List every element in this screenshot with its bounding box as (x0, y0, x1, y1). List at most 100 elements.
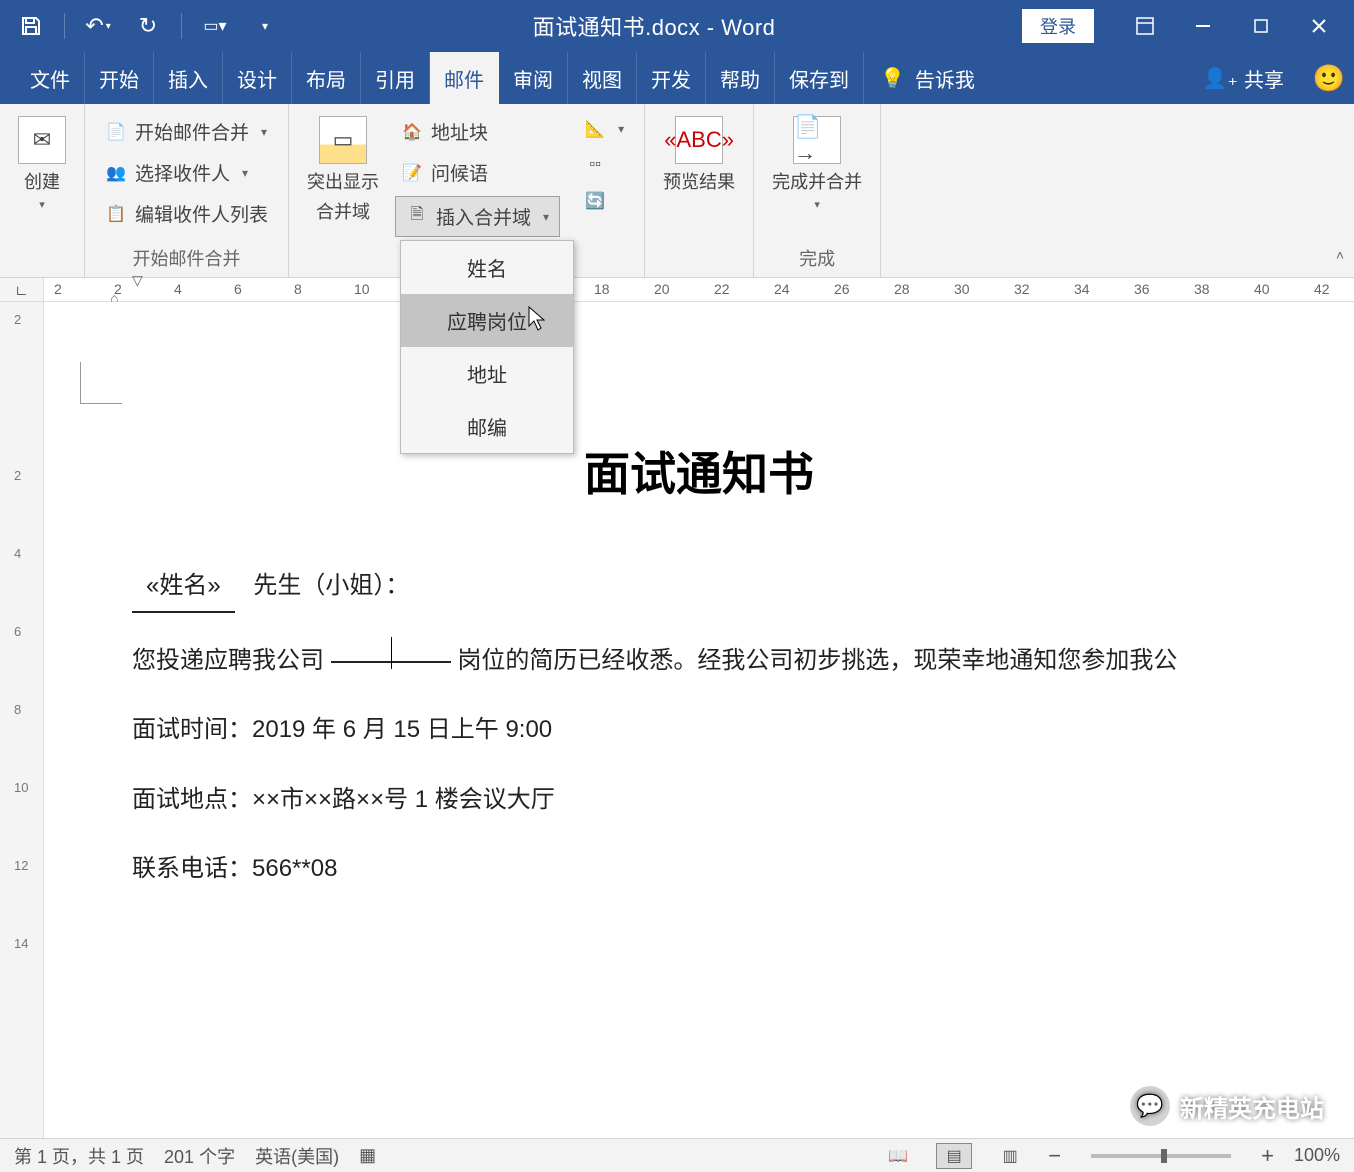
qat-dropdown-icon[interactable]: ▾ (244, 5, 286, 47)
share-icon: 👤₊ (1203, 66, 1238, 91)
ruler-tick: 6 (234, 281, 242, 297)
zoom-in-button[interactable]: + (1261, 1143, 1274, 1169)
document-icon: 📄 (105, 121, 127, 143)
ruler-tick: 30 (954, 281, 970, 297)
tab-selector-icon[interactable]: ∟ (0, 278, 44, 301)
group-label-finish: 完成 (762, 241, 872, 275)
ribbon-options-icon[interactable] (1120, 6, 1170, 46)
match-icon: ▫▫ (584, 154, 606, 176)
select-recipients-button[interactable]: 👥 选择收件人▾ (99, 155, 274, 190)
status-language[interactable]: 英语(美国) (255, 1143, 339, 1169)
wechat-icon: 💬 (1130, 1086, 1170, 1126)
update-icon: 🔄 (584, 190, 606, 212)
page-margin-corner (80, 362, 122, 404)
title-bar: ↶▾ ↻ ▭▾ ▾ 面试通知书.docx - Word 登录 (0, 0, 1354, 52)
tab-references[interactable]: 引用 (361, 52, 430, 104)
save-icon[interactable] (10, 5, 52, 47)
document-page[interactable]: 面试通知书 «姓名» 先生（小姐）： 您投递应聘我公司 岗位的简历已经收悉。经我… (44, 302, 1354, 1138)
group-label-start-merge: 开始邮件合并 (93, 241, 280, 275)
undo-icon[interactable]: ↶▾ (77, 5, 119, 47)
view-read-mode-icon[interactable]: 📖 (880, 1143, 916, 1169)
ribbon-group-start-merge: 📄 开始邮件合并▾ 👥 选择收件人▾ 📋 编辑收件人列表 开始邮件合并 (85, 104, 289, 277)
start-mail-merge-button[interactable]: 📄 开始邮件合并▾ (99, 114, 274, 149)
ruler-tick: 2 (14, 468, 21, 483)
tab-file[interactable]: 文件 (16, 52, 85, 104)
maximize-icon[interactable] (1236, 6, 1286, 46)
envelope-icon: ✉ (18, 116, 66, 164)
status-word-count[interactable]: 201 个字 (164, 1143, 235, 1169)
minimize-icon[interactable] (1178, 6, 1228, 46)
ribbon-group-finish: 📄→ 完成并合并 ▾ 完成 (754, 104, 881, 277)
feedback-icon[interactable]: 🙂 (1304, 52, 1354, 104)
doc-line-location: 面试地点：××市××路××号 1 楼会议大厅 (132, 778, 1318, 821)
merge-field-item-address[interactable]: 地址 (401, 347, 573, 400)
finish-icon: 📄→ (793, 116, 841, 164)
ruler-tick: 18 (594, 281, 610, 297)
window-title: 面试通知书.docx - Word (286, 10, 1022, 42)
tab-mailings[interactable]: 邮件 (430, 52, 499, 104)
ruler-tick: 2 (114, 281, 122, 297)
ruler-tick: 22 (714, 281, 730, 297)
address-block-button[interactable]: 🏠 地址块 (395, 114, 560, 149)
update-labels-button[interactable]: 🔄 (578, 186, 630, 216)
greeting-icon: 📝 (401, 162, 423, 184)
rules-button[interactable]: 📐▾ (578, 114, 630, 144)
view-print-layout-icon[interactable]: ▤ (936, 1143, 972, 1169)
ruler-tick: 8 (294, 281, 302, 297)
tab-insert[interactable]: 插入 (154, 52, 223, 104)
field-icon: 🗎 (406, 206, 428, 228)
greeting-line-button[interactable]: 📝 问候语 (395, 155, 560, 190)
ribbon-tabs: 文件 开始 插入 设计 布局 引用 邮件 审阅 视图 开发 帮助 保存到 💡 告… (0, 52, 1354, 104)
zoom-slider[interactable] (1091, 1154, 1231, 1158)
ruler-tick: 20 (654, 281, 670, 297)
horizontal-ruler[interactable]: ∟ ▽ ⌂ 2246810121416182022242628303234363… (0, 278, 1354, 302)
tell-me-search[interactable]: 💡 告诉我 (864, 52, 991, 104)
create-button[interactable]: ✉ 创建 ▾ (8, 110, 76, 217)
redo-icon[interactable]: ↻ (127, 5, 169, 47)
ruler-tick: 8 (14, 702, 21, 717)
name-merge-field[interactable]: «姓名» (132, 564, 235, 613)
edit-recipient-list-button[interactable]: 📋 编辑收件人列表 (99, 196, 274, 231)
list-icon: 📋 (105, 203, 127, 225)
tab-save-to[interactable]: 保存到 (775, 52, 864, 104)
status-macro-icon[interactable]: ▦ (359, 1145, 376, 1166)
ruler-tick: 4 (174, 281, 182, 297)
merge-field-item-zipcode[interactable]: 邮编 (401, 400, 573, 453)
tab-developer[interactable]: 开发 (637, 52, 706, 104)
rules-icon: 📐 (584, 118, 606, 140)
collapse-ribbon-icon[interactable]: ˄ (1336, 247, 1344, 263)
tab-view[interactable]: 视图 (568, 52, 637, 104)
blank-field[interactable] (331, 661, 451, 663)
vertical-ruler[interactable]: 22468101214 (0, 302, 44, 1138)
tab-review[interactable]: 审阅 (499, 52, 568, 104)
ruler-tick: 6 (14, 624, 21, 639)
ruler-tick: 32 (1014, 281, 1030, 297)
insert-merge-field-button[interactable]: 🗎 插入合并域 ▾ (395, 196, 560, 237)
tab-layout[interactable]: 布局 (292, 52, 361, 104)
ruler-tick: 36 (1134, 281, 1150, 297)
merge-field-item-name[interactable]: 姓名 (401, 241, 573, 294)
view-web-layout-icon[interactable]: ▥ (992, 1143, 1028, 1169)
doc-line-body: 您投递应聘我公司 岗位的简历已经收悉。经我公司初步挑选，现荣幸地通知您参加我公 (132, 639, 1318, 682)
watermark: 💬 新精英充电站 (1130, 1086, 1324, 1126)
indent-marker-top-icon[interactable]: ▽ (132, 272, 143, 289)
ruler-tick: 24 (774, 281, 790, 297)
tab-help[interactable]: 帮助 (706, 52, 775, 104)
address-icon: 🏠 (401, 121, 423, 143)
status-page[interactable]: 第 1 页，共 1 页 (14, 1143, 144, 1169)
zoom-out-button[interactable]: − (1048, 1143, 1061, 1169)
ruler-tick: 42 (1314, 281, 1330, 297)
login-button[interactable]: 登录 (1022, 9, 1094, 43)
preview-results-button[interactable]: «ABC» 预览结果 (653, 110, 745, 200)
zoom-level[interactable]: 100% (1294, 1145, 1340, 1166)
qat-more-icon[interactable]: ▭▾ (194, 5, 236, 47)
close-icon[interactable] (1294, 6, 1344, 46)
preview-icon: «ABC» (675, 116, 723, 164)
ruler-tick: 10 (14, 780, 28, 795)
highlight-merge-fields-button[interactable]: ▭ 突出显示 合并域 (297, 110, 389, 275)
match-fields-button[interactable]: ▫▫ (578, 150, 630, 180)
tab-design[interactable]: 设计 (223, 52, 292, 104)
tab-home[interactable]: 开始 (85, 52, 154, 104)
finish-merge-button[interactable]: 📄→ 完成并合并 ▾ (762, 110, 872, 217)
share-button[interactable]: 👤₊ 共享 (1183, 52, 1304, 104)
